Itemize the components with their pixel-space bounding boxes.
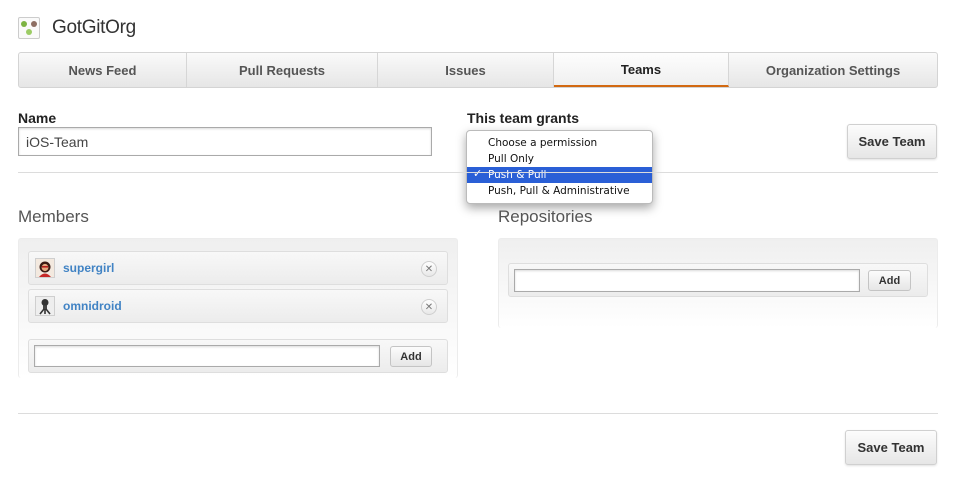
member-row: supergirl ✕ [28,251,448,285]
permission-option-push-pull[interactable]: ✓ Push & Pull [467,167,652,183]
remove-member-icon[interactable]: ✕ [421,299,437,315]
org-header: GotGitOrg [18,16,136,40]
add-repository-button[interactable]: Add [868,270,911,291]
member-name[interactable]: supergirl [63,261,114,275]
tab-news-feed[interactable]: News Feed [19,53,187,87]
permission-option-push-pull-admin[interactable]: Push, Pull & Administrative [467,183,652,199]
add-member-input[interactable] [34,345,380,367]
member-row: omnidroid ✕ [28,289,448,323]
add-member-button[interactable]: Add [390,346,432,367]
tab-pull-requests[interactable]: Pull Requests [187,53,378,87]
org-name[interactable]: GotGitOrg [52,17,136,39]
remove-member-icon[interactable]: ✕ [421,261,437,277]
supergirl-avatar-icon [35,258,55,278]
repositories-title: Repositories [498,207,593,226]
permission-dropdown-menu[interactable]: Choose a permission Pull Only ✓ Push & P… [466,130,653,204]
tab-teams[interactable]: Teams [554,53,729,87]
checkmark-icon: ✓ [473,167,483,180]
save-team-button-top[interactable]: Save Team [847,124,937,159]
tab-bar: News Feed Pull Requests Issues Teams Org… [18,52,938,88]
divider [18,172,938,173]
org-avatar-icon [18,17,40,39]
team-name-input[interactable]: iOS-Team [18,127,432,156]
save-team-button-bottom[interactable]: Save Team [845,430,937,465]
divider [18,413,938,414]
omnidroid-avatar-icon [35,296,55,316]
team-grants-label: This team grants [467,110,580,126]
member-name[interactable]: omnidroid [63,299,122,313]
add-repository-input[interactable] [514,269,860,292]
tab-organization-settings[interactable]: Organization Settings [729,53,937,87]
tab-issues[interactable]: Issues [378,53,554,87]
permission-option-pull-only[interactable]: Pull Only [467,151,652,167]
name-label: Name [18,110,57,126]
members-title: Members [18,207,89,226]
permission-option-choose[interactable]: Choose a permission [467,135,652,151]
